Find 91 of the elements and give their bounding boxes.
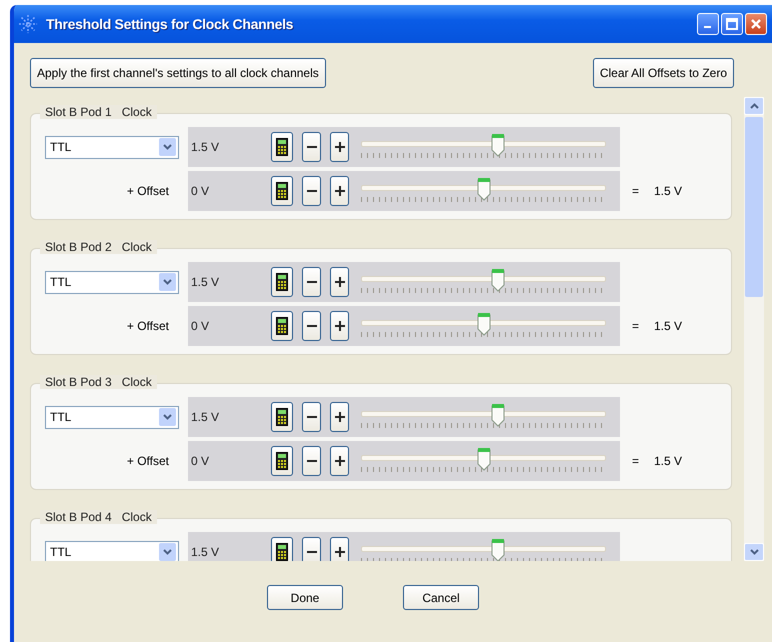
value-text: 1.5 V xyxy=(191,410,220,424)
decrement-button[interactable] xyxy=(302,311,321,341)
slot-label: Slot B Pod 1 xyxy=(45,105,112,119)
decrement-button[interactable] xyxy=(302,446,321,476)
slot-label: Slot B Pod 3 xyxy=(45,375,112,389)
increment-button[interactable] xyxy=(330,132,349,162)
standard-dropdown[interactable]: TTL xyxy=(45,540,179,561)
increment-button[interactable] xyxy=(330,267,349,297)
offset-label: + Offset xyxy=(126,184,170,198)
slider-thumb[interactable] xyxy=(491,133,506,157)
minus-icon xyxy=(306,190,316,192)
plus-icon xyxy=(334,277,344,287)
channel-type: Clock xyxy=(122,105,152,119)
slider-thumb[interactable] xyxy=(476,447,490,471)
calculator-button[interactable] xyxy=(271,267,293,297)
increment-button[interactable] xyxy=(330,176,349,206)
minus-icon xyxy=(306,325,316,327)
result-value: 1.5 V xyxy=(654,454,682,468)
increment-button[interactable] xyxy=(330,311,349,341)
slot-label: Slot B Pod 4 xyxy=(45,510,112,524)
close-button[interactable] xyxy=(745,13,767,35)
calculator-button[interactable] xyxy=(271,311,293,341)
standard-dropdown[interactable]: TTL xyxy=(45,406,179,428)
calculator-icon xyxy=(276,408,288,426)
scrollbar[interactable] xyxy=(744,97,764,561)
increment-button[interactable] xyxy=(330,537,349,561)
maximize-button[interactable] xyxy=(721,13,743,35)
minus-icon xyxy=(306,551,316,553)
slider-thumb[interactable] xyxy=(476,177,490,201)
standard-dropdown[interactable]: TTL xyxy=(45,136,179,158)
calculator-icon xyxy=(276,543,288,561)
scroll-down-icon[interactable] xyxy=(744,543,764,561)
calculator-button[interactable] xyxy=(271,537,293,561)
minimize-button[interactable] xyxy=(697,13,719,35)
value-text: 1.5 V xyxy=(191,140,220,154)
plus-icon xyxy=(334,412,344,422)
minus-icon xyxy=(306,146,316,148)
clear-offsets-button[interactable]: Clear All Offsets to Zero xyxy=(592,58,734,88)
decrement-button[interactable] xyxy=(302,267,321,297)
calculator-button[interactable] xyxy=(271,176,293,206)
cancel-button[interactable]: Cancel xyxy=(403,585,479,610)
offset-label: + Offset xyxy=(126,319,170,333)
close-icon xyxy=(750,18,762,30)
calculator-button[interactable] xyxy=(271,132,293,162)
calculator-button[interactable] xyxy=(271,446,293,476)
slider-thumb[interactable] xyxy=(476,312,490,336)
decrement-button[interactable] xyxy=(302,402,321,432)
value-text: 0 V xyxy=(191,319,210,333)
plus-icon xyxy=(334,321,344,331)
result-value: 1.5 V xyxy=(654,184,682,198)
minus-icon xyxy=(306,460,316,462)
slider-thumb[interactable] xyxy=(491,538,506,561)
decrement-button[interactable] xyxy=(302,537,321,561)
slider-thumb[interactable] xyxy=(491,268,506,292)
plus-icon xyxy=(334,456,344,466)
calculator-icon xyxy=(276,317,288,335)
slider-thumb[interactable] xyxy=(491,403,506,427)
channel-type: Clock xyxy=(122,510,152,524)
increment-button[interactable] xyxy=(330,402,349,432)
calculator-icon xyxy=(276,452,288,470)
minus-icon xyxy=(306,416,316,418)
plus-icon xyxy=(334,142,344,152)
done-button[interactable]: Done xyxy=(267,585,343,610)
calculator-icon xyxy=(276,273,288,291)
slot-label: Slot B Pod 2 xyxy=(45,240,112,254)
decrement-button[interactable] xyxy=(302,132,321,162)
value-text: 0 V xyxy=(191,454,210,468)
minus-icon xyxy=(306,281,316,283)
value-text: 1.5 V xyxy=(191,275,220,289)
window-title: Threshold Settings for Clock Channels xyxy=(46,16,294,32)
equals-sign: = xyxy=(632,319,640,333)
value-text: 1.5 V xyxy=(191,545,220,559)
channel-type: Clock xyxy=(122,240,152,254)
plus-icon xyxy=(334,547,344,557)
channel-type: Clock xyxy=(122,375,152,389)
apply-to-all-button[interactable]: Apply the first channel's settings to all clock channels xyxy=(30,58,326,88)
calculator-icon xyxy=(276,138,288,156)
scroll-up-icon[interactable] xyxy=(744,97,764,115)
equals-sign: = xyxy=(632,184,640,198)
decrement-button[interactable] xyxy=(302,176,321,206)
offset-label: + Offset xyxy=(126,454,170,468)
calculator-button[interactable] xyxy=(271,402,293,432)
result-value: 1.5 V xyxy=(654,319,682,333)
increment-button[interactable] xyxy=(330,446,349,476)
plus-icon xyxy=(334,186,344,196)
starburst-icon xyxy=(18,14,38,34)
maximize-icon xyxy=(726,18,738,30)
equals-sign: = xyxy=(632,454,640,468)
standard-dropdown[interactable]: TTL xyxy=(45,270,179,294)
calculator-icon xyxy=(276,182,288,200)
value-text: 0 V xyxy=(191,184,210,198)
